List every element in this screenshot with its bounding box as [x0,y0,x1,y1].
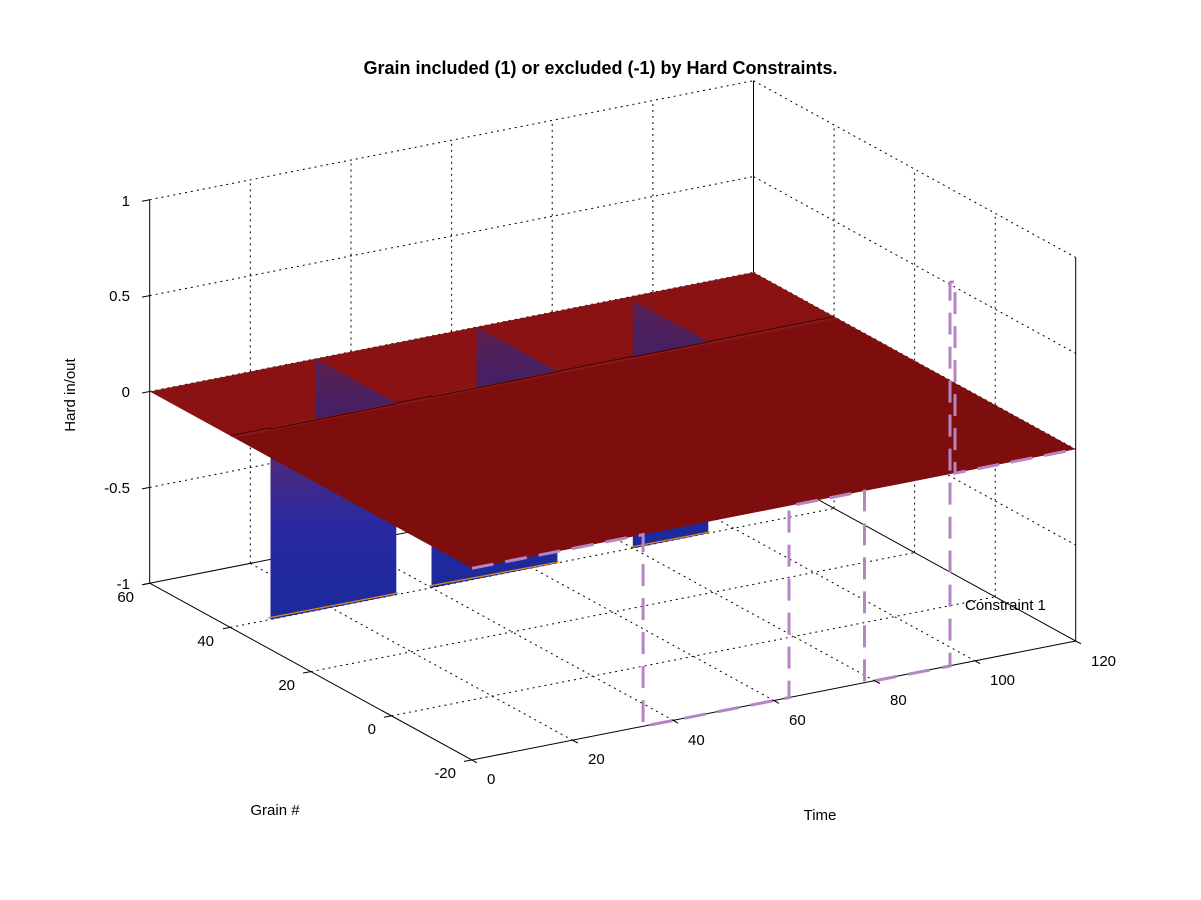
ytick-3 [223,627,230,628]
top-back-edge [150,81,754,200]
bl-grid-z3 [150,177,754,296]
xtick-5 [975,661,980,664]
figure-window: Grain included (1) or excluded (-1) by H… [0,0,1201,900]
y-axis-label: Grain # [250,802,300,819]
ytick-4 [143,583,150,584]
z-tick-label-2: 0 [122,384,130,401]
x-tick-label-3: 60 [789,712,806,729]
x-axis-label: Time [804,807,837,824]
z-tick-label-4: 1 [122,193,130,210]
z-axis-label: Hard in/out [62,357,79,431]
x-tick-label-4: 80 [890,692,907,709]
ytick-0 [464,760,472,761]
xtick-6 [1076,641,1081,644]
xtick-0 [472,760,477,763]
y-tick-label-2: 20 [278,677,295,694]
floor-grid-y1 [311,553,915,672]
top-right-edge [754,81,1076,258]
x-tick-label-1: 20 [588,751,605,768]
z-tick-label-3: 0.5 [109,288,130,305]
axes-3d[interactable]: -1 -0.5 0 0.5 1 60 40 20 0 -20 0 20 40 6… [0,0,1201,900]
x-tick-label-0: 0 [487,771,495,788]
ytick-2 [303,672,311,673]
xtick-2 [673,720,678,723]
x-tick-label-6: 120 [1091,653,1116,670]
y-tick-label-3: 40 [197,633,214,650]
legend-constraint-1: Constraint 1 [965,597,1046,614]
y-tick-label-1: 0 [368,721,376,738]
xtick-3 [774,701,779,704]
ztick-2 [142,392,150,394]
y-tick-label-4: 60 [117,589,134,606]
x-tick-label-5: 100 [990,672,1015,689]
y-tick-label-0: -20 [434,765,456,782]
x-tick-label-2: 40 [688,732,705,749]
z-tick-label-1: -0.5 [104,480,130,497]
ztick-1 [142,487,150,489]
ztick-4 [142,200,150,202]
ztick-3 [142,296,150,298]
ytick-1 [384,716,391,717]
xtick-1 [573,740,579,743]
